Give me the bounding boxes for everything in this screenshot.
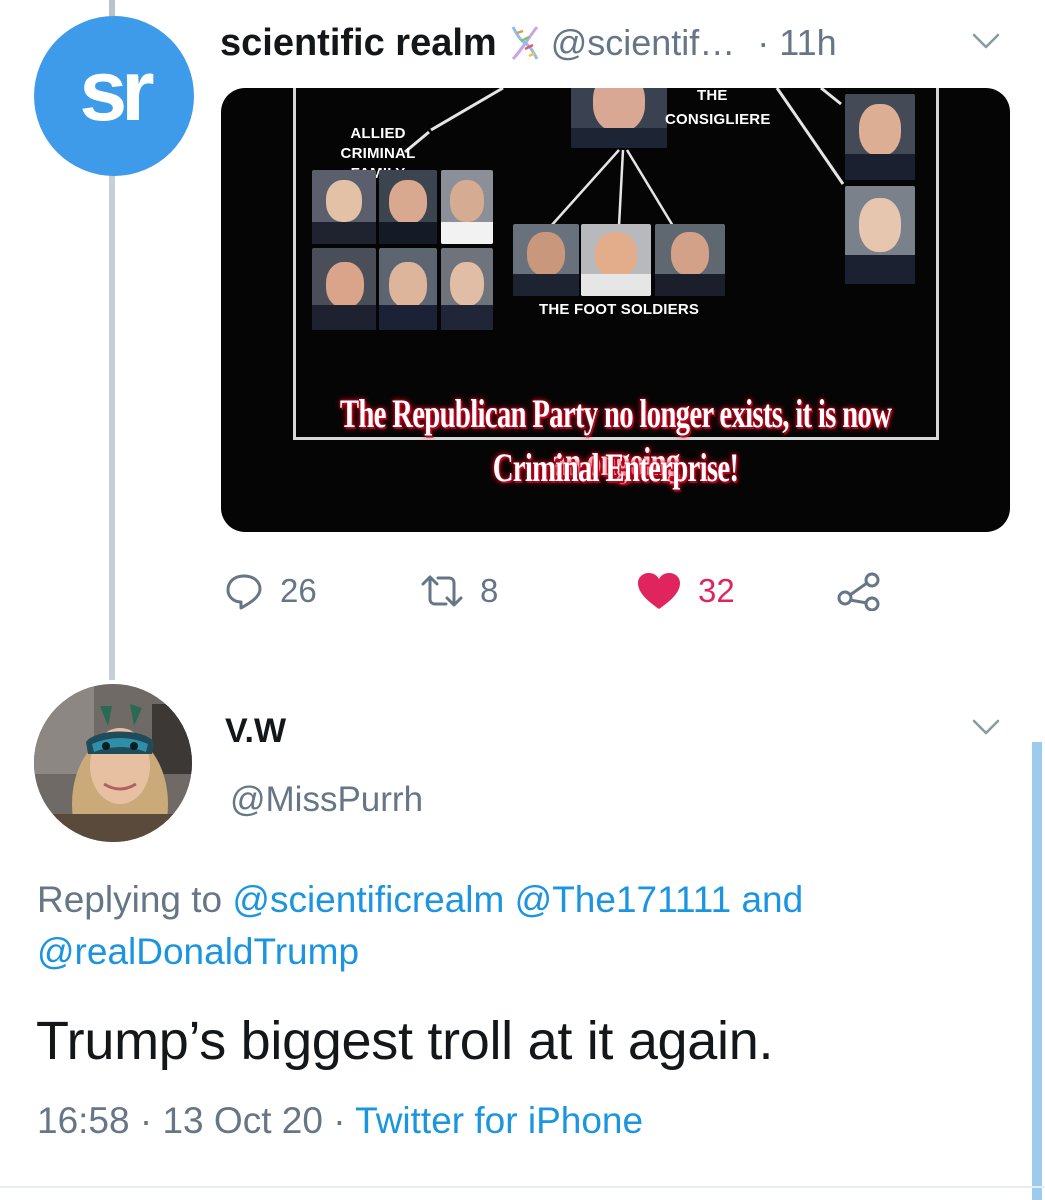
tweet-meta: 16:58 · 13 Oct 20 · Twitter for iPhone [37, 1100, 643, 1142]
label-consigliere: CONSIGLIERE [665, 111, 771, 128]
display-name[interactable]: scientific realm [220, 22, 497, 65]
timestamp[interactable]: · 11h [757, 22, 836, 64]
photo-foot-soldier-2 [581, 224, 651, 296]
retweet-icon [421, 575, 463, 607]
retweet-button[interactable]: 8 [420, 566, 498, 616]
chevron-down-icon[interactable] [968, 26, 1004, 56]
mention-link[interactable]: @The171111 [515, 879, 732, 920]
tweet-time[interactable]: 16:58 [37, 1100, 130, 1141]
photo-foot-soldier-1 [513, 224, 579, 296]
media-caption-line2: Criminal Enterprise! [492, 445, 739, 490]
tweet-header: scientific realm @scientif… · 11h [220, 18, 837, 68]
divider [0, 1186, 1045, 1188]
photo-right-2 [845, 186, 915, 284]
photo-allied-5 [379, 248, 437, 330]
handle[interactable]: @scientif… [551, 22, 736, 64]
photo-allied-1 [312, 170, 376, 244]
mention-link[interactable]: @realDonaldTrump [37, 931, 359, 972]
avatar-text: sr [79, 42, 154, 139]
photo-central-figure [571, 88, 667, 148]
handle[interactable]: @MissPurrh [230, 780, 423, 820]
label-the: THE [697, 88, 728, 104]
share-button[interactable] [836, 566, 882, 616]
share-icon [837, 572, 880, 611]
display-name[interactable]: V.W [225, 712, 286, 751]
meta-separator: · [139, 1100, 153, 1141]
retweet-count: 8 [480, 572, 499, 609]
photo-allied-2 [379, 170, 437, 244]
dna-icon [507, 23, 543, 63]
replying-to-label: Replying to [37, 879, 223, 920]
photo-allied-3 [441, 170, 493, 244]
photo-allied-4 [312, 248, 376, 330]
reply-icon [226, 574, 262, 610]
tweet-text: Trump’s biggest troll at it again. [36, 1011, 774, 1071]
tweet-thread: sr scientific realm @scientif… · 11h THE… [0, 0, 1045, 1200]
replying-to: Replying to @scientificrealm @The171111 … [37, 874, 1027, 978]
scrollbar[interactable] [1032, 742, 1042, 1200]
heart-icon [638, 573, 680, 609]
like-count: 32 [698, 572, 735, 609]
mention-conjunction[interactable]: and [741, 879, 803, 920]
mention-link[interactable]: @scientificrealm [232, 879, 504, 920]
meta-separator: · [333, 1100, 346, 1141]
avatar[interactable] [34, 684, 192, 842]
tweet-source[interactable]: Twitter for iPhone [355, 1100, 643, 1141]
like-button[interactable]: 32 [636, 566, 735, 616]
reply-button[interactable]: 26 [224, 566, 317, 616]
chevron-down-icon[interactable] [968, 712, 1004, 742]
photo-right-1 [845, 94, 915, 180]
label-allied-line1: ALLIED CRIMINAL [340, 125, 416, 162]
photo-allied-6 [441, 248, 493, 330]
photo-foot-soldier-3 [655, 224, 725, 296]
tweet-media-image[interactable]: THE CONSIGLIERE ALLIED CRIMINAL FAMILY T… [221, 88, 1010, 532]
tweet-date[interactable]: 13 Oct 20 [162, 1100, 322, 1141]
reply-count: 26 [280, 572, 317, 609]
label-foot-soldiers: THE FOOT SOLDIERS [539, 301, 700, 318]
avatar[interactable]: sr [34, 16, 194, 176]
